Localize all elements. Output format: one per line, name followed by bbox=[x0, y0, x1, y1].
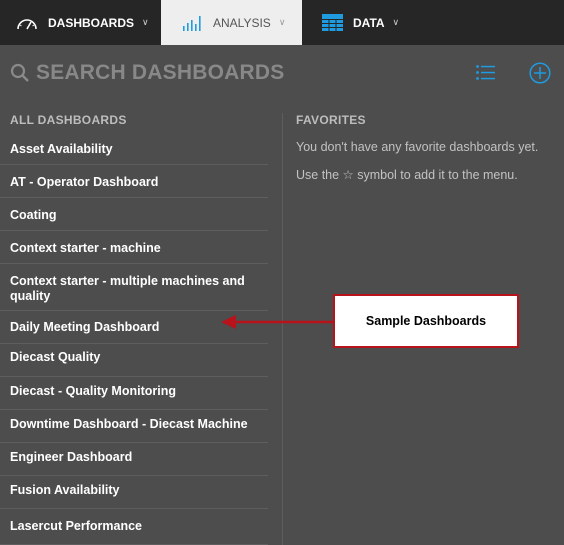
list-item[interactable]: Fusion Availability bbox=[0, 476, 268, 509]
list-item[interactable]: Lasercut Performance bbox=[0, 509, 268, 545]
chevron-down-icon: ∨ bbox=[142, 17, 149, 27]
list-item-label: Diecast Quality bbox=[10, 350, 101, 364]
grid-table-icon bbox=[322, 14, 343, 31]
gauge-icon bbox=[16, 16, 38, 30]
list-item-label: Context starter - machine bbox=[10, 241, 161, 255]
add-circle-icon[interactable] bbox=[529, 62, 551, 89]
list-item-label: Diecast - Quality Monitoring bbox=[10, 384, 176, 398]
list-item[interactable]: AT - Operator Dashboard bbox=[0, 165, 268, 198]
list-item-label: Downtime Dashboard - Diecast Machine bbox=[10, 417, 248, 431]
list-item[interactable]: Context starter - multiple machines and … bbox=[0, 264, 268, 311]
list-item-label: Coating bbox=[10, 208, 57, 222]
chevron-down-icon: ∨ bbox=[392, 17, 400, 27]
search-bar[interactable]: SEARCH DASHBOARDS bbox=[0, 45, 564, 105]
list-item[interactable]: Context starter - machine bbox=[0, 231, 268, 264]
list-item[interactable]: Diecast Quality bbox=[0, 344, 268, 377]
list-item-label: Engineer Dashboard bbox=[10, 450, 133, 464]
list-item[interactable]: Coating bbox=[0, 198, 268, 231]
callout-label: Sample Dashboards bbox=[365, 314, 487, 328]
nav-dashboards[interactable]: DASHBOARDS ∨ bbox=[0, 0, 161, 45]
arrow-left-icon bbox=[221, 315, 333, 329]
nav-data[interactable]: DATA ∨ bbox=[302, 0, 564, 45]
list-item-label: Context starter - multiple machines and … bbox=[10, 274, 245, 303]
list-item[interactable]: Diecast - Quality Monitoring bbox=[0, 377, 268, 410]
nav-dashboards-label: DASHBOARDS bbox=[48, 15, 135, 30]
nav-analysis-label: ANALYSIS bbox=[213, 15, 271, 30]
annotation-callout: Sample Dashboards bbox=[333, 294, 519, 348]
favorites-empty-text: You don't have any favorite dashboards y… bbox=[296, 140, 539, 154]
bar-chart-icon bbox=[183, 15, 203, 31]
list-item-label: Fusion Availability bbox=[10, 483, 120, 497]
search-input[interactable]: SEARCH DASHBOARDS bbox=[36, 61, 284, 85]
nav-data-label: DATA bbox=[353, 15, 385, 30]
top-nav: DASHBOARDS ∨ ANALYSIS ∨ DATA ∨ bbox=[0, 0, 564, 45]
list-item[interactable]: Engineer Dashboard bbox=[0, 443, 268, 476]
list-item-label: Asset Availability bbox=[10, 142, 113, 156]
list-item[interactable]: Downtime Dashboard - Diecast Machine bbox=[0, 410, 268, 443]
list-item[interactable]: Asset Availability bbox=[0, 132, 268, 165]
list-item-label: Lasercut Performance bbox=[10, 519, 143, 533]
list-icon[interactable] bbox=[476, 65, 495, 85]
list-item-label: AT - Operator Dashboard bbox=[10, 175, 159, 189]
favorites-heading: FAVORITES bbox=[296, 113, 366, 127]
favorites-hint-text: Use the ☆ symbol to add it to the menu. bbox=[296, 168, 518, 182]
chevron-down-icon: ∨ bbox=[278, 17, 286, 27]
nav-analysis[interactable]: ANALYSIS ∨ bbox=[161, 0, 302, 45]
search-icon bbox=[10, 63, 30, 88]
all-dashboards-heading: ALL DASHBOARDS bbox=[10, 113, 127, 127]
